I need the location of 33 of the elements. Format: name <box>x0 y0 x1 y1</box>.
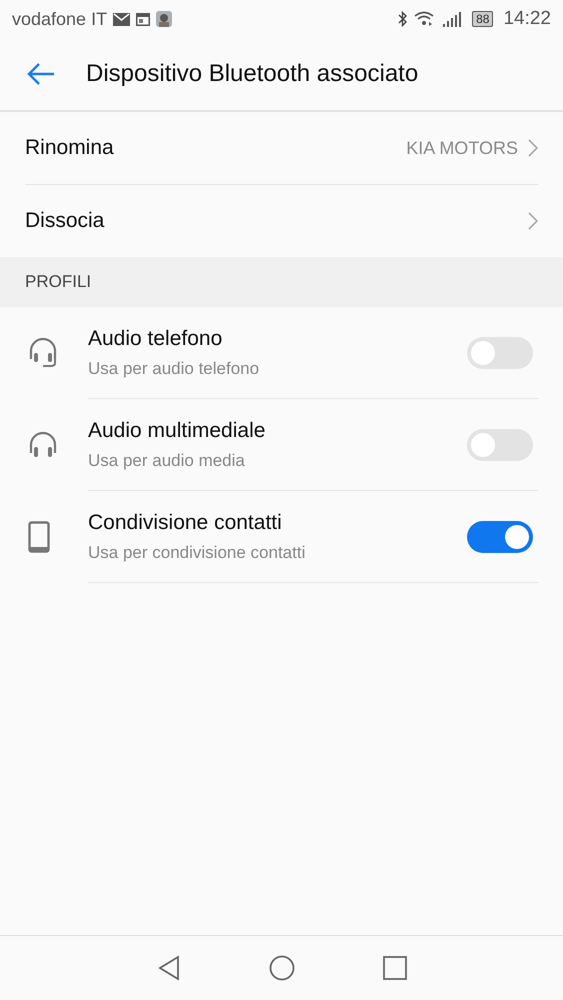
profile-subtitle: Usa per condivisione contatti <box>88 542 306 562</box>
bluetooth-icon <box>398 11 408 27</box>
back-nav-button[interactable] <box>156 955 180 981</box>
setting-label: Rinomina <box>25 136 115 160</box>
signal-icon <box>442 11 462 27</box>
toggle-switch[interactable] <box>467 428 533 460</box>
clock: 14:22 <box>503 8 551 30</box>
profile-subtitle: Usa per audio media <box>88 450 246 470</box>
headset-icon <box>28 337 58 369</box>
setting-label: Dissocia <box>25 209 106 233</box>
battery-icon: 88 <box>472 11 494 27</box>
chevron-right-icon <box>528 139 538 157</box>
profile-title: Audio multimediale <box>88 418 266 442</box>
section-title: PROFILI <box>25 272 92 292</box>
profile-subtitle: Usa per audio telefono <box>88 358 260 378</box>
home-nav-button[interactable] <box>268 955 294 981</box>
toggle-switch[interactable] <box>467 336 533 368</box>
profile-title: Audio telefono <box>88 326 224 350</box>
app-icon <box>156 11 172 27</box>
headphones-icon <box>28 431 58 459</box>
mail-icon <box>113 12 130 26</box>
settings-row[interactable]: Dissocia <box>25 185 538 257</box>
chevron-right-icon <box>528 212 538 230</box>
page-title: Dispositivo Bluetooth associato <box>86 60 418 88</box>
setting-value: KIA MOTORS <box>406 138 518 158</box>
carrier-name: vodafone IT <box>12 8 108 30</box>
recents-nav-button[interactable] <box>382 956 406 980</box>
wifi-icon <box>414 11 436 27</box>
settings-row[interactable]: Rinomina KIA MOTORS <box>25 112 538 185</box>
profile-title: Condivisione contatti <box>88 510 283 534</box>
calendar-icon <box>136 12 150 26</box>
toggle-switch[interactable] <box>467 520 533 552</box>
phone-icon <box>28 521 50 553</box>
